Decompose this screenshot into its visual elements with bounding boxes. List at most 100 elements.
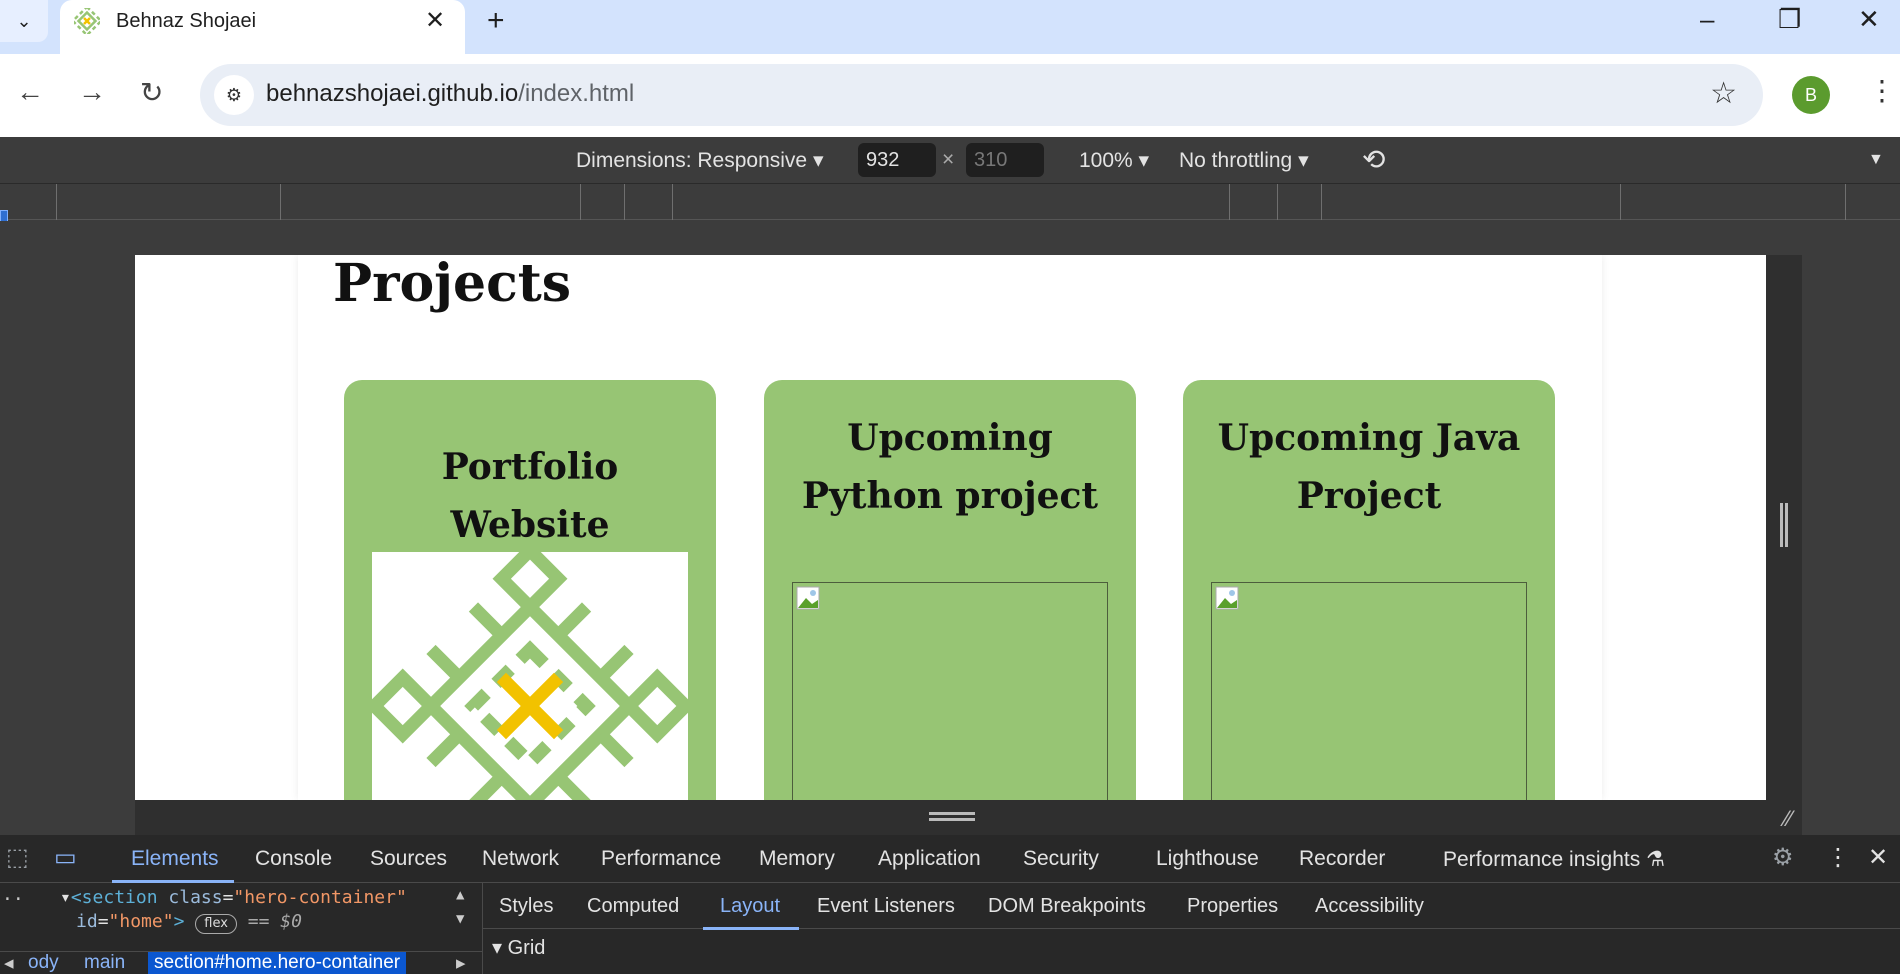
url-text[interactable]: behnazshojaei.github.io/index.html	[266, 80, 634, 108]
tab-elements[interactable]: Elements	[131, 847, 219, 871]
browser-menu-icon[interactable]: ⋮	[1868, 74, 1896, 107]
sidebar-active-indicator	[703, 927, 799, 930]
tab-performance-insights[interactable]: Performance insights ⚗	[1443, 847, 1665, 872]
attr-id: id	[76, 911, 98, 932]
card-title: Upcoming Python project	[801, 417, 1099, 517]
browser-toolbar: ← → ↻ ⚙ behnazshojaei.github.io/index.ht…	[0, 54, 1900, 137]
width-input[interactable]: 932	[858, 143, 936, 177]
devtools-tab-bar: ⬚ ▭ Elements Console Sources Network Per…	[0, 835, 1900, 883]
tab-network[interactable]: Network	[482, 847, 559, 871]
devtools-panel: ⬚ ▭ Elements Console Sources Network Per…	[0, 835, 1900, 974]
viewport-resize-handle-right[interactable]	[1766, 255, 1802, 800]
scroll-up-icon[interactable]: ▲	[456, 887, 464, 903]
tag-open: <section	[70, 887, 158, 908]
reload-icon[interactable]: ↻	[140, 76, 163, 109]
dimension-separator: ×	[942, 148, 955, 171]
breadcrumb-left-icon[interactable]: ◂	[4, 952, 14, 974]
tab-computed[interactable]: Computed	[587, 895, 679, 918]
bookmark-star-icon[interactable]: ☆	[1710, 76, 1737, 111]
tab-sources[interactable]: Sources	[370, 847, 447, 871]
attr-class-value: "hero-container"	[233, 887, 407, 908]
restore-icon[interactable]: ❐	[1778, 4, 1801, 35]
knot-logo-icon	[365, 541, 695, 800]
sidebar-tab-bar: Styles Computed Layout Event Listeners D…	[483, 883, 1900, 929]
tab-memory[interactable]: Memory	[759, 847, 835, 871]
devtools-menu-icon[interactable]: ⋮	[1826, 843, 1850, 872]
profile-avatar[interactable]: B	[1792, 76, 1830, 114]
tag-close: >	[173, 911, 185, 932]
breadcrumb-item-body[interactable]: ody	[28, 952, 59, 974]
tab-lighthouse[interactable]: Lighthouse	[1156, 847, 1259, 871]
tab-title: Behnaz Shojaei	[116, 10, 257, 32]
breadcrumb: ◂ ody main section#home.hero-container ▸	[0, 951, 482, 974]
rotate-icon[interactable]: ⟲	[1362, 143, 1385, 176]
tab-accessibility[interactable]: Accessibility	[1315, 895, 1424, 918]
throttling-value: No throttling	[1179, 149, 1293, 172]
browser-tab-active[interactable]: Behnaz Shojaei ✕	[60, 0, 465, 54]
expand-triangle-icon[interactable]: ▾	[60, 887, 71, 908]
ellipsis-icon[interactable]: ··	[2, 889, 24, 910]
attr-class: class	[168, 887, 223, 908]
tab-application[interactable]: Application	[878, 847, 981, 871]
device-options-icon[interactable]: ▼	[1868, 151, 1884, 169]
url-host: behnazshojaei.github.io	[266, 80, 519, 107]
selected-marker: == $0	[247, 911, 302, 932]
minimize-icon[interactable]: –	[1700, 4, 1714, 35]
broken-image	[792, 582, 1108, 800]
back-arrow-icon[interactable]: ←	[16, 76, 44, 108]
url-path: /index.html	[518, 80, 635, 107]
new-tab-button[interactable]: +	[487, 4, 505, 38]
tab-security[interactable]: Security	[1023, 847, 1099, 871]
height-input[interactable]: 310	[966, 143, 1044, 177]
forward-arrow-icon[interactable]: →	[78, 76, 106, 108]
window-close-icon[interactable]: ✕	[1858, 4, 1880, 35]
device-toolbar: Dimensions: Responsive ▾ 932 × 310 100% …	[0, 137, 1900, 184]
breadcrumb-item-main[interactable]: main	[84, 952, 125, 974]
dimensions-dropdown[interactable]: Dimensions: Responsive ▾	[576, 148, 824, 173]
grid-section-header[interactable]: ▾ Grid	[492, 935, 545, 960]
device-toggle-icon[interactable]: ▭	[54, 843, 77, 872]
zoom-dropdown[interactable]: 100% ▾	[1079, 148, 1149, 173]
tab-console[interactable]: Console	[255, 847, 332, 871]
dom-node-section[interactable]: ▾<section class="hero-container"	[60, 887, 407, 908]
tab-close-icon[interactable]: ✕	[425, 6, 445, 35]
broken-image	[1211, 582, 1527, 800]
tab-label: Performance insights	[1443, 848, 1641, 871]
project-card-python[interactable]: Upcoming Python project	[764, 380, 1136, 800]
broken-image-icon	[796, 586, 820, 610]
site-favicon-icon	[74, 8, 100, 34]
breadcrumb-right-icon[interactable]: ▸	[456, 952, 466, 974]
tab-dom-breakpoints[interactable]: DOM Breakpoints	[988, 895, 1146, 918]
resize-corner-icon[interactable]: ⁄⁄	[1785, 806, 1792, 832]
dimensions-label: Dimensions: Responsive	[576, 149, 808, 172]
flex-badge[interactable]: flex	[195, 914, 237, 934]
viewport-resize-handle-bottom[interactable]: ⁄⁄	[135, 800, 1802, 835]
tab-properties[interactable]: Properties	[1187, 895, 1278, 918]
tab-styles[interactable]: Styles	[499, 895, 553, 918]
tab-performance[interactable]: Performance	[601, 847, 721, 871]
tab-event-listeners[interactable]: Event Listeners	[817, 895, 955, 918]
flask-icon: ⚗	[1646, 848, 1665, 871]
projects-heading: Projects	[333, 255, 572, 314]
scroll-down-icon[interactable]: ▼	[456, 911, 464, 927]
collapse-triangle-icon: ▾	[492, 937, 503, 959]
throttling-dropdown[interactable]: No throttling ▾	[1179, 148, 1309, 173]
settings-gear-icon[interactable]: ⚙	[1772, 843, 1794, 872]
tab-layout[interactable]: Layout	[720, 895, 780, 918]
dom-node-section-cont[interactable]: id="home"> flex == $0	[76, 911, 302, 934]
portfolio-logo-image	[365, 541, 695, 800]
tab-recorder[interactable]: Recorder	[1299, 847, 1385, 871]
projects-section: Projects Portfolio Website Upcoming Pyth…	[298, 255, 1602, 800]
site-info-icon[interactable]: ⚙	[214, 75, 254, 115]
project-card-java[interactable]: Upcoming Java Project	[1183, 380, 1555, 800]
broken-image-icon	[1215, 586, 1239, 610]
inspect-element-icon[interactable]: ⬚	[6, 843, 29, 872]
zoom-value: 100%	[1079, 149, 1133, 172]
project-card-portfolio[interactable]: Portfolio Website	[344, 380, 716, 800]
media-query-ruler	[0, 184, 1900, 240]
tab-search-button[interactable]: ⌄	[0, 0, 48, 42]
address-bar[interactable]: ⚙ behnazshojaei.github.io/index.html ☆	[200, 64, 1763, 126]
devtools-close-icon[interactable]: ✕	[1868, 843, 1888, 872]
breadcrumb-item-section[interactable]: section#home.hero-container	[148, 952, 407, 974]
grid-label: Grid	[507, 937, 546, 959]
